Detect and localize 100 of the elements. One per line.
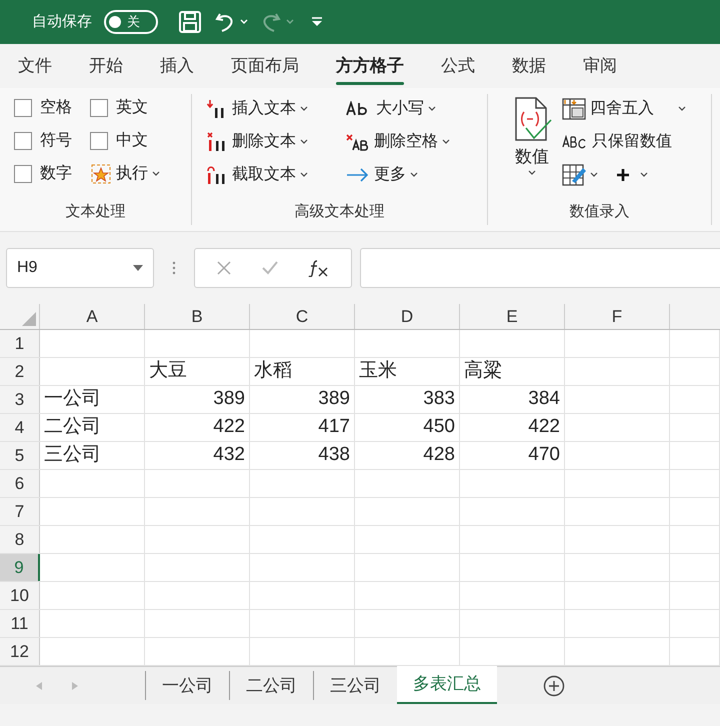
row-header[interactable]: 9 bbox=[0, 554, 40, 581]
sheet-tab[interactable]: 多表汇总 bbox=[397, 666, 497, 704]
checkbox-item[interactable]: 英文 bbox=[90, 96, 190, 120]
table-cell-text: 384 bbox=[528, 387, 560, 412]
caret-icon bbox=[240, 19, 248, 25]
row-header[interactable]: 1 bbox=[0, 330, 40, 357]
ribbon-button[interactable]: 删除空格 bbox=[346, 129, 476, 155]
check-icon bbox=[260, 260, 279, 276]
group-title: 数值录入 bbox=[568, 202, 630, 222]
table-pencil-icon bbox=[562, 164, 586, 186]
row-header[interactable]: 12 bbox=[0, 638, 40, 665]
table-cell-text: 389 bbox=[213, 387, 245, 412]
table-cell-text: 438 bbox=[318, 443, 350, 468]
run-button[interactable]: 执行 bbox=[90, 162, 190, 186]
column-header[interactable]: E bbox=[460, 304, 565, 329]
checkbox-item[interactable]: 数字 bbox=[14, 162, 90, 186]
column-header[interactable]: D bbox=[355, 304, 460, 329]
ribbon-tab[interactable]: 文件 bbox=[18, 44, 52, 88]
table-cell-text: 450 bbox=[423, 415, 455, 440]
ribbon-button[interactable]: 更多 bbox=[346, 162, 476, 188]
table-round-icon bbox=[562, 98, 586, 120]
table-cell-text: 大豆 bbox=[149, 359, 187, 384]
ribbon-button[interactable]: 插入文本 bbox=[206, 96, 346, 122]
arrow-right-icon bbox=[346, 168, 370, 182]
caret-icon bbox=[442, 139, 450, 145]
ribbon-button[interactable]: 删除文本 bbox=[206, 129, 346, 155]
add-button[interactable] bbox=[616, 168, 648, 182]
undo-button[interactable] bbox=[214, 11, 248, 33]
ribbon-tab[interactable]: 页面布局 bbox=[231, 44, 299, 88]
table-cell-text: 三公司 bbox=[44, 443, 101, 468]
ribbon-button[interactable]: 截取文本 bbox=[206, 162, 346, 188]
ribbon-tab[interactable]: 公式 bbox=[441, 44, 475, 88]
column-header[interactable]: C bbox=[250, 304, 355, 329]
caret-icon bbox=[286, 19, 294, 25]
table-cell-text: 432 bbox=[213, 443, 245, 468]
function-icon bbox=[308, 259, 330, 277]
previous-sheet-button[interactable] bbox=[36, 682, 42, 690]
save-icon bbox=[178, 10, 202, 34]
row-header[interactable]: 8 bbox=[0, 526, 40, 553]
name-box[interactable]: H9 bbox=[6, 248, 154, 288]
ribbon-tab[interactable]: 插入 bbox=[160, 44, 194, 88]
delete-space-icon bbox=[346, 132, 370, 152]
abc-icon bbox=[562, 135, 586, 149]
table-cell-text: 389 bbox=[318, 387, 350, 412]
ribbon-button[interactable]: 大小写 bbox=[346, 96, 476, 122]
table-cell-text: 383 bbox=[423, 387, 455, 412]
table-cell-text: 428 bbox=[423, 443, 455, 468]
close-icon bbox=[216, 260, 232, 276]
caret-icon bbox=[300, 106, 308, 112]
row-header[interactable]: 5 bbox=[0, 442, 40, 469]
checkbox-item[interactable]: 符号 bbox=[14, 129, 90, 153]
keep-values-button[interactable]: 只保留数值 bbox=[562, 129, 686, 155]
edit-table-button[interactable] bbox=[562, 164, 598, 186]
ribbon-tab[interactable]: 数据 bbox=[512, 44, 546, 88]
table-cell-text: 417 bbox=[318, 415, 350, 440]
ribbon-tab[interactable]: 方方格子 bbox=[336, 44, 404, 88]
caret-icon bbox=[152, 171, 160, 177]
caret-icon bbox=[590, 172, 598, 178]
triangle-right-icon bbox=[72, 682, 78, 690]
column-header[interactable]: F bbox=[565, 304, 670, 329]
caret-icon bbox=[428, 106, 436, 112]
ribbon-tab[interactable]: 审阅 bbox=[583, 44, 617, 88]
add-circle-icon bbox=[543, 674, 565, 696]
table-cell-text: 470 bbox=[528, 443, 560, 468]
table-cell-text: 玉米 bbox=[359, 359, 397, 384]
autosave-toggle[interactable]: 关 bbox=[104, 10, 158, 34]
autosave-label: 自动保存 bbox=[32, 12, 92, 32]
group-title: 高级文本处理 bbox=[294, 202, 386, 222]
row-header[interactable]: 3 bbox=[0, 386, 40, 413]
number-button[interactable]: 数值 bbox=[512, 96, 552, 188]
ribbon-tab[interactable]: 开始 bbox=[89, 44, 123, 88]
next-sheet-button[interactable] bbox=[72, 682, 78, 690]
table-cell-text: 二公司 bbox=[44, 415, 101, 440]
column-header[interactable]: B bbox=[145, 304, 250, 329]
row-header[interactable]: 7 bbox=[0, 498, 40, 525]
column-header[interactable]: A bbox=[40, 304, 145, 329]
row-header[interactable]: 11 bbox=[0, 610, 40, 637]
checkbox-item[interactable]: 空格 bbox=[14, 96, 90, 120]
plus-icon bbox=[616, 168, 630, 182]
table-cell-text: 422 bbox=[213, 415, 245, 440]
caret-icon bbox=[410, 172, 418, 178]
row-header[interactable]: 4 bbox=[0, 414, 40, 441]
table-cell-text: 422 bbox=[528, 415, 560, 440]
caret-icon bbox=[528, 170, 536, 176]
more-dots-icon bbox=[172, 261, 176, 275]
caret-icon bbox=[678, 106, 686, 112]
row-header[interactable]: 2 bbox=[0, 358, 40, 385]
table-cell-text: 水稻 bbox=[254, 359, 292, 384]
row-header[interactable]: 10 bbox=[0, 582, 40, 609]
sheet-tab[interactable]: 一公司 bbox=[145, 671, 229, 700]
select-all-icon bbox=[22, 312, 36, 326]
group-title: 文本处理 bbox=[64, 202, 126, 222]
row-header[interactable]: 6 bbox=[0, 470, 40, 497]
sheet-tab[interactable]: 二公司 bbox=[229, 671, 313, 700]
star-frame-icon bbox=[90, 163, 112, 185]
caret-icon bbox=[300, 172, 308, 178]
formula-input[interactable] bbox=[360, 248, 720, 288]
caret-icon bbox=[300, 139, 308, 145]
checkbox-item[interactable]: 中文 bbox=[90, 129, 190, 153]
round-button[interactable]: 四舍五入 bbox=[562, 96, 686, 122]
